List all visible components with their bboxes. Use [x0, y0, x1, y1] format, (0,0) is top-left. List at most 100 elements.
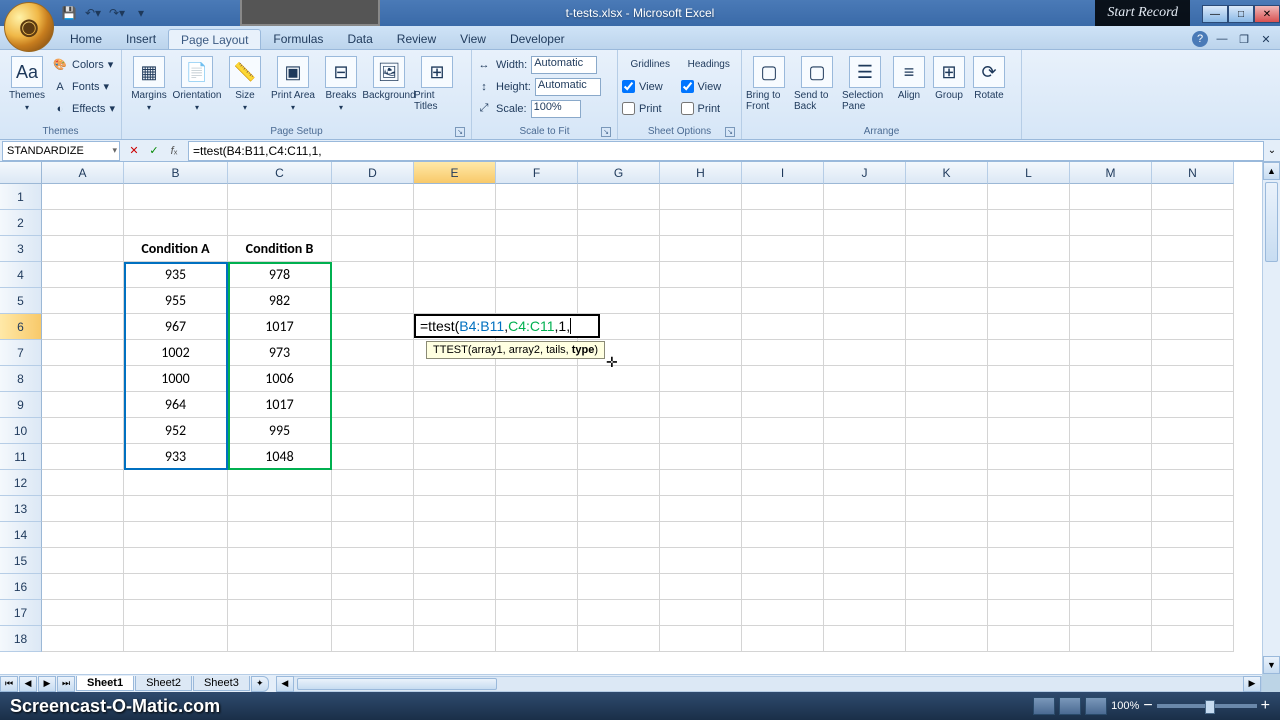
redo-icon[interactable]: ↷▾ [106, 3, 128, 23]
cell-E5[interactable] [414, 288, 496, 314]
width-combo[interactable]: Automatic [531, 56, 597, 74]
column-header-N[interactable]: N [1152, 162, 1234, 184]
cell-K17[interactable] [906, 600, 988, 626]
cell-F3[interactable] [496, 236, 578, 262]
cell-B2[interactable] [124, 210, 228, 236]
column-header-E[interactable]: E [414, 162, 496, 184]
cell-N5[interactable] [1152, 288, 1234, 314]
cell-A10[interactable] [42, 418, 124, 444]
cell-C9[interactable]: 1017 [228, 392, 332, 418]
row-header-4[interactable]: 4 [0, 262, 42, 288]
cell-E1[interactable] [414, 184, 496, 210]
cell-I8[interactable] [742, 366, 824, 392]
cell-K2[interactable] [906, 210, 988, 236]
cell-N18[interactable] [1152, 626, 1234, 652]
cell-C6[interactable]: 1017 [228, 314, 332, 340]
group-button[interactable]: ⊞Group [930, 52, 968, 101]
cell-G13[interactable] [578, 496, 660, 522]
cell-M8[interactable] [1070, 366, 1152, 392]
cell-M15[interactable] [1070, 548, 1152, 574]
cell-F17[interactable] [496, 600, 578, 626]
column-header-G[interactable]: G [578, 162, 660, 184]
cell-J5[interactable] [824, 288, 906, 314]
row-header-17[interactable]: 17 [0, 600, 42, 626]
cell-H16[interactable] [660, 574, 742, 600]
row-header-13[interactable]: 13 [0, 496, 42, 522]
cell-C16[interactable] [228, 574, 332, 600]
active-edit-cell[interactable]: =ttest(B4:B11,C4:C11,1, [414, 314, 600, 338]
cell-E10[interactable] [414, 418, 496, 444]
cell-G12[interactable] [578, 470, 660, 496]
scroll-up-icon[interactable]: ▲ [1263, 162, 1280, 180]
cell-A11[interactable] [42, 444, 124, 470]
qat-customize-icon[interactable]: ▾ [130, 3, 152, 23]
cell-N13[interactable] [1152, 496, 1234, 522]
cell-N9[interactable] [1152, 392, 1234, 418]
cell-L13[interactable] [988, 496, 1070, 522]
cell-D5[interactable] [332, 288, 414, 314]
cell-H11[interactable] [660, 444, 742, 470]
cell-I3[interactable] [742, 236, 824, 262]
zoom-slider[interactable] [1157, 704, 1257, 708]
sheet-nav-prev-icon[interactable]: ◀ [19, 676, 37, 692]
headings-view-checkbox[interactable] [681, 80, 694, 93]
save-icon[interactable]: 💾 [58, 3, 80, 23]
cell-G14[interactable] [578, 522, 660, 548]
cell-M17[interactable] [1070, 600, 1152, 626]
cell-L3[interactable] [988, 236, 1070, 262]
cell-E14[interactable] [414, 522, 496, 548]
column-header-M[interactable]: M [1070, 162, 1152, 184]
cell-B9[interactable]: 964 [124, 392, 228, 418]
cell-G9[interactable] [578, 392, 660, 418]
cell-G1[interactable] [578, 184, 660, 210]
effects-button[interactable]: ◐Effects ▾ [52, 98, 115, 119]
cell-H12[interactable] [660, 470, 742, 496]
cell-G4[interactable] [578, 262, 660, 288]
cell-H3[interactable] [660, 236, 742, 262]
cell-D3[interactable] [332, 236, 414, 262]
tab-data[interactable]: Data [335, 29, 384, 49]
cell-A17[interactable] [42, 600, 124, 626]
cell-N16[interactable] [1152, 574, 1234, 600]
cell-G10[interactable] [578, 418, 660, 444]
cell-C1[interactable] [228, 184, 332, 210]
cell-B4[interactable]: 935 [124, 262, 228, 288]
cell-M11[interactable] [1070, 444, 1152, 470]
cell-F9[interactable] [496, 392, 578, 418]
cell-C3[interactable]: Condition B [228, 236, 332, 262]
cell-A8[interactable] [42, 366, 124, 392]
cell-I13[interactable] [742, 496, 824, 522]
bring-to-front-button[interactable]: ▢Bring to Front [746, 52, 792, 112]
cell-H5[interactable] [660, 288, 742, 314]
cell-A5[interactable] [42, 288, 124, 314]
vscroll-thumb[interactable] [1265, 182, 1278, 262]
cell-F18[interactable] [496, 626, 578, 652]
cell-E3[interactable] [414, 236, 496, 262]
sheet-options-launcher[interactable]: ↘ [725, 127, 735, 137]
cell-H17[interactable] [660, 600, 742, 626]
cell-E11[interactable] [414, 444, 496, 470]
cell-A12[interactable] [42, 470, 124, 496]
cell-B8[interactable]: 1000 [124, 366, 228, 392]
cell-N10[interactable] [1152, 418, 1234, 444]
scale-spinner[interactable]: 100% [531, 100, 581, 118]
cell-F15[interactable] [496, 548, 578, 574]
cell-E2[interactable] [414, 210, 496, 236]
cell-G8[interactable] [578, 366, 660, 392]
selection-pane-button[interactable]: ☰Selection Pane [842, 52, 888, 112]
cell-N14[interactable] [1152, 522, 1234, 548]
cell-N6[interactable] [1152, 314, 1234, 340]
cell-B14[interactable] [124, 522, 228, 548]
cell-L7[interactable] [988, 340, 1070, 366]
cell-J11[interactable] [824, 444, 906, 470]
cell-L14[interactable] [988, 522, 1070, 548]
cell-I15[interactable] [742, 548, 824, 574]
cell-F16[interactable] [496, 574, 578, 600]
cell-E9[interactable] [414, 392, 496, 418]
cell-L12[interactable] [988, 470, 1070, 496]
cell-N4[interactable] [1152, 262, 1234, 288]
zoom-label[interactable]: 100% [1111, 700, 1139, 712]
cell-A7[interactable] [42, 340, 124, 366]
cell-J1[interactable] [824, 184, 906, 210]
cell-G16[interactable] [578, 574, 660, 600]
